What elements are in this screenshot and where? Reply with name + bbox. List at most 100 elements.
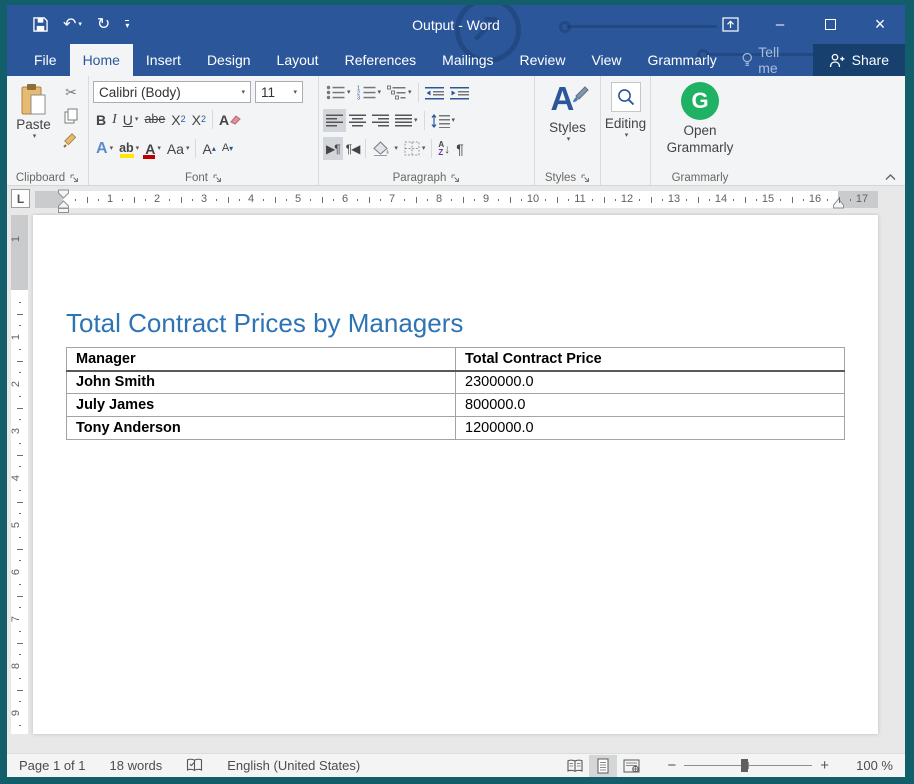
document-page[interactable]: Total Contract Prices by Managers Manage… bbox=[33, 215, 878, 734]
left-to-right-button[interactable]: ▶¶ bbox=[323, 137, 343, 160]
close-button[interactable]: × bbox=[855, 10, 905, 40]
zoom-slider-handle[interactable] bbox=[741, 759, 748, 772]
table-cell-manager[interactable]: Tony Anderson bbox=[67, 417, 456, 440]
clear-formatting-button[interactable]: A bbox=[216, 108, 244, 131]
table-cell-price[interactable]: 800000.0 bbox=[456, 394, 845, 417]
ruler-tick bbox=[17, 643, 23, 644]
clipboard-dialog-launcher[interactable] bbox=[70, 174, 79, 183]
format-painter-button[interactable] bbox=[58, 128, 84, 152]
sort-button[interactable]: AZ ↓ bbox=[435, 137, 453, 160]
share-button[interactable]: Share bbox=[813, 44, 905, 76]
font-size-combobox[interactable]: 11 ▾ bbox=[255, 81, 303, 103]
font-size-value: 11 bbox=[261, 85, 275, 100]
highlight-button[interactable]: ab▾ bbox=[116, 137, 142, 160]
indent-markers[interactable] bbox=[57, 189, 70, 213]
text-effects-button[interactable]: A▾ bbox=[93, 137, 116, 160]
tab-file[interactable]: File bbox=[21, 44, 70, 76]
print-layout-button[interactable] bbox=[589, 755, 617, 777]
document-heading[interactable]: Total Contract Prices by Managers bbox=[66, 308, 845, 339]
paragraph-group-label: Paragraph bbox=[393, 172, 447, 184]
tab-view[interactable]: View bbox=[578, 44, 634, 76]
underline-button[interactable]: U▾ bbox=[120, 108, 142, 131]
ruler-tick bbox=[557, 197, 558, 203]
tab-home[interactable]: Home bbox=[70, 44, 133, 76]
shrink-font-button[interactable]: A▾ bbox=[219, 137, 236, 160]
cut-button[interactable]: ✂ bbox=[58, 80, 84, 104]
table-cell-manager[interactable]: John Smith bbox=[67, 371, 456, 394]
align-center-button[interactable] bbox=[346, 109, 369, 132]
table-row: John Smith2300000.0 bbox=[67, 371, 845, 394]
bullets-button[interactable]: ▾ bbox=[323, 81, 354, 104]
tab-selector[interactable]: L bbox=[11, 189, 30, 208]
page-indicator[interactable]: Page 1 of 1 bbox=[19, 758, 86, 773]
open-grammarly-button[interactable]: G Open Grammarly bbox=[655, 80, 745, 157]
proofing-status-icon[interactable] bbox=[186, 758, 203, 773]
paragraph-dialog-launcher[interactable] bbox=[451, 174, 460, 183]
horizontal-ruler[interactable]: 1234567891011121314151617 bbox=[35, 191, 878, 208]
align-right-button[interactable] bbox=[369, 109, 392, 132]
table-header-price[interactable]: Total Contract Price bbox=[456, 348, 845, 371]
ribbon-display-options-button[interactable] bbox=[705, 10, 755, 40]
subscript-button[interactable]: X2 bbox=[168, 108, 188, 131]
ruler-tick bbox=[19, 654, 21, 655]
align-left-button[interactable] bbox=[323, 109, 346, 132]
titlebar[interactable]: ↶▾ ↻ ▾ Output - Word – × bbox=[7, 5, 905, 44]
shading-button[interactable]: ▾ bbox=[369, 137, 401, 160]
read-mode-button[interactable] bbox=[561, 755, 589, 777]
font-color-button[interactable]: A▾ bbox=[142, 137, 164, 160]
increase-indent-button[interactable] bbox=[447, 81, 472, 104]
maximize-button[interactable] bbox=[805, 10, 855, 40]
share-label: Share bbox=[852, 52, 889, 68]
ruler-number: 1 bbox=[107, 193, 113, 205]
document-area: 1123456789 Total Contract Prices by Mana… bbox=[7, 213, 905, 753]
grow-font-button[interactable]: A▴ bbox=[199, 137, 218, 160]
numbering-button[interactable]: 123 ▾ bbox=[354, 81, 385, 104]
zoom-percentage[interactable]: 100 % bbox=[849, 758, 893, 773]
paste-button[interactable]: Paste ▾ bbox=[11, 80, 56, 152]
show-formatting-button[interactable]: ¶ bbox=[453, 137, 467, 160]
editing-button[interactable]: Editing ▾ bbox=[605, 80, 646, 139]
change-case-caret-icon: ▾ bbox=[186, 145, 190, 152]
bold-button[interactable]: B bbox=[93, 108, 109, 131]
web-layout-button[interactable] bbox=[617, 755, 645, 777]
tab-design[interactable]: Design bbox=[194, 44, 264, 76]
table-cell-price[interactable]: 2300000.0 bbox=[456, 371, 845, 394]
font-dialog-launcher[interactable] bbox=[213, 174, 222, 183]
multilevel-list-button[interactable]: ▾ bbox=[384, 81, 415, 104]
superscript-button[interactable]: X2 bbox=[189, 108, 209, 131]
decrease-indent-button[interactable] bbox=[422, 81, 447, 104]
tab-grammarly[interactable]: Grammarly bbox=[635, 44, 730, 76]
table-cell-manager[interactable]: July James bbox=[67, 394, 456, 417]
vertical-ruler[interactable]: 1123456789 bbox=[11, 215, 28, 734]
copy-button[interactable] bbox=[58, 104, 84, 128]
tab-layout[interactable]: Layout bbox=[264, 44, 332, 76]
tab-references[interactable]: References bbox=[332, 44, 430, 76]
grammarly-group-label: Grammarly bbox=[672, 172, 729, 184]
zoom-out-button[interactable]: − bbox=[659, 757, 684, 774]
borders-button[interactable]: ▾ bbox=[401, 137, 429, 160]
word-count[interactable]: 18 words bbox=[110, 758, 163, 773]
table-header-manager[interactable]: Manager bbox=[67, 348, 456, 371]
tell-me-button[interactable]: Tell me bbox=[730, 44, 813, 76]
paste-label: Paste bbox=[16, 117, 51, 132]
collapse-ribbon-button[interactable] bbox=[884, 173, 897, 181]
justify-button[interactable]: ▾ bbox=[392, 109, 421, 132]
font-name-combobox[interactable]: Calibri (Body) ▾ bbox=[93, 81, 251, 103]
zoom-in-button[interactable]: + bbox=[812, 757, 837, 774]
minimize-button[interactable]: – bbox=[755, 10, 805, 40]
right-to-left-button[interactable]: ¶◀ bbox=[343, 137, 363, 160]
language-indicator[interactable]: English (United States) bbox=[227, 758, 360, 773]
styles-button[interactable]: A Styles ▾ bbox=[539, 80, 596, 143]
table-cell-price[interactable]: 1200000.0 bbox=[456, 417, 845, 440]
zoom-slider[interactable] bbox=[684, 765, 812, 766]
change-case-button[interactable]: Aa▾ bbox=[164, 137, 193, 160]
styles-dialog-launcher[interactable] bbox=[581, 174, 590, 183]
tab-mailings[interactable]: Mailings bbox=[429, 44, 506, 76]
line-spacing-button[interactable]: ▾ bbox=[428, 109, 459, 132]
ruler-number: 4 bbox=[10, 475, 22, 481]
italic-button[interactable]: I bbox=[109, 108, 120, 131]
tab-insert[interactable]: Insert bbox=[133, 44, 194, 76]
ruler-tick bbox=[17, 455, 23, 456]
tab-review[interactable]: Review bbox=[507, 44, 579, 76]
strikethrough-button[interactable]: abe bbox=[141, 108, 168, 131]
